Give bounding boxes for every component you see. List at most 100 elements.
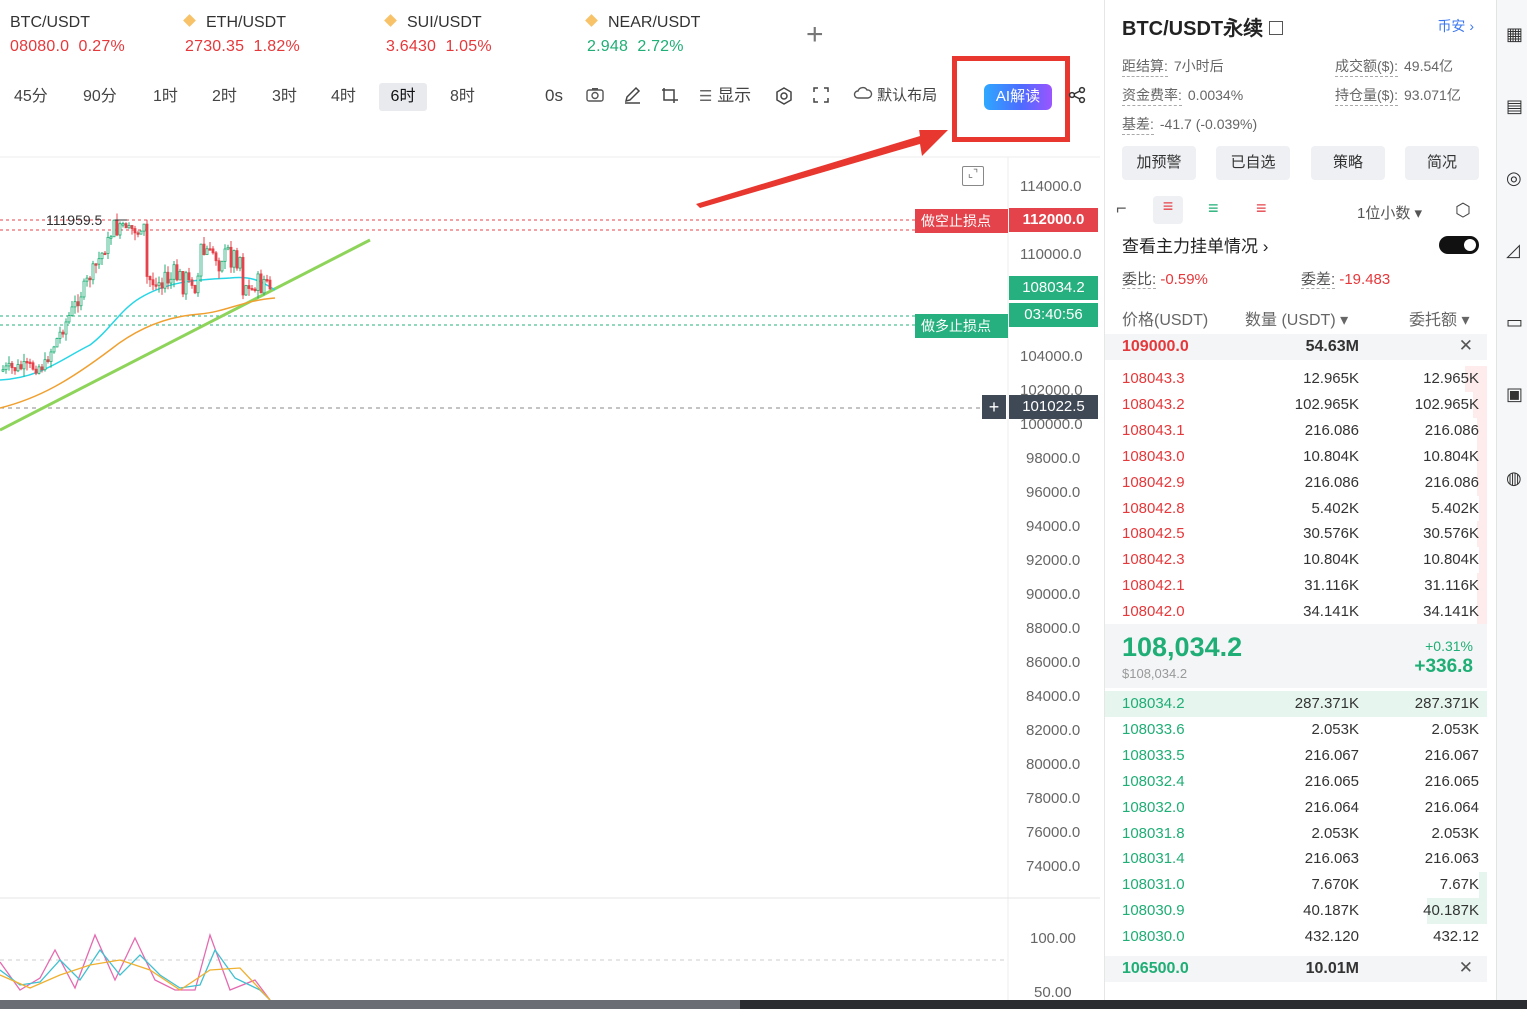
timeframe-90m[interactable]: 90分	[77, 83, 123, 111]
candle-body	[256, 273, 260, 291]
chart-icon[interactable]: ▭	[1506, 312, 1526, 334]
depth-link[interactable]: 查看主力挂单情况 ›	[1122, 232, 1268, 257]
candle-body	[85, 277, 89, 282]
exchange-link[interactable]: 币安 ›	[1437, 16, 1474, 36]
candle-body	[136, 232, 140, 235]
layout-menu[interactable]: 默认布局	[853, 86, 937, 106]
candle-body	[169, 278, 173, 284]
signal-icon[interactable]: ◿	[1506, 240, 1526, 262]
ask-row[interactable]: 108042.3 10.804K 10.804K	[1105, 547, 1487, 574]
ask-row[interactable]: 108042.1 31.116K 31.116K	[1105, 573, 1487, 600]
ask-qty: 30.576K	[1303, 525, 1359, 543]
share-icon[interactable]	[1068, 86, 1086, 109]
bid-wall-row[interactable]: 106500.0 10.01M ✕	[1105, 956, 1487, 982]
settings-icon[interactable]	[774, 86, 794, 111]
depth-toggle[interactable]	[1439, 236, 1479, 254]
watchlist-button[interactable]: 已自选	[1216, 146, 1290, 180]
timeframe-6h[interactable]: 6时	[379, 83, 427, 111]
bid-row[interactable]: 108033.5 216.067 216.067	[1105, 743, 1487, 769]
timeframe-8h[interactable]: 8时	[444, 83, 481, 111]
open-interest-stat: 持仓量($): 93.071亿	[1335, 85, 1461, 106]
candle-body	[268, 279, 272, 290]
display-menu[interactable]: ☰ 显示	[699, 86, 751, 107]
etf-icon[interactable]: ▣	[1506, 384, 1526, 406]
bid-row[interactable]: 108030.9 40.187K 40.187K	[1105, 898, 1487, 925]
candle-body	[163, 271, 167, 289]
ask-row[interactable]: 108042.9 216.086 216.086	[1105, 469, 1487, 496]
candle-body	[238, 256, 242, 269]
long-stop-tag[interactable]: 做多止损点	[915, 314, 1008, 338]
timeframe-45m[interactable]: 45分	[8, 83, 54, 111]
y-tick: 74000.0	[1026, 858, 1081, 875]
y-tick: 114000.0	[1020, 178, 1082, 195]
bid-wall-qty: 10.01M	[1305, 960, 1359, 977]
bid-price: 108031.0	[1122, 876, 1185, 894]
bid-row[interactable]: 108031.8 2.053K 2.053K	[1105, 821, 1487, 847]
bid-row[interactable]: 108031.4 216.063 216.063	[1105, 846, 1487, 872]
ticker-tab-btc[interactable]: BTC/USDT 08080.0 0.27%	[10, 14, 125, 56]
y-tick: 90000.0	[1026, 586, 1081, 603]
taskbar-strip-left	[0, 1000, 740, 1009]
bid-row[interactable]: 108032.4 216.065 216.065	[1105, 769, 1487, 795]
bid-row[interactable]: 108033.6 2.053K 2.053K	[1105, 717, 1487, 743]
apps-icon[interactable]: ▦	[1506, 24, 1526, 46]
book-bids-icon[interactable]: ≡	[1208, 198, 1219, 219]
ticker-tab-near[interactable]: NEAR/USDT 2.948 2.72%	[585, 14, 700, 56]
ask-row[interactable]: 108042.8 5.402K 5.402K	[1105, 495, 1487, 522]
popout-icon[interactable]	[1269, 21, 1284, 35]
seconds-indicator[interactable]: 0s	[545, 86, 563, 106]
candle-body	[148, 276, 152, 281]
ask-row[interactable]: 108043.1 216.086 216.086	[1105, 417, 1487, 444]
col-amount-header[interactable]: 委托额 ▾	[1409, 306, 1470, 330]
strategy-button[interactable]: 策略	[1311, 146, 1385, 180]
expand-chart-icon[interactable]: ⌞⌝	[962, 166, 984, 186]
ask-row[interactable]: 108043.2 102.965K 102.965K	[1105, 391, 1487, 418]
document-icon[interactable]: ▤	[1506, 96, 1526, 118]
list-icon: ☰	[699, 88, 713, 105]
pencil-icon[interactable]	[622, 86, 642, 109]
ask-wall-row[interactable]: 109000.0 54.63M ✕	[1105, 334, 1487, 360]
candle-body	[217, 260, 221, 272]
ask-row[interactable]: 108043.3 12.965K 12.965K	[1105, 366, 1487, 392]
crop-view-icon[interactable]: ⌐	[1116, 198, 1127, 219]
cloud-icon	[853, 86, 877, 104]
close-icon[interactable]: ✕	[1459, 336, 1473, 356]
ask-price: 108043.1	[1122, 421, 1185, 439]
add-alert-button[interactable]: 加预警	[1122, 146, 1196, 180]
overview-button[interactable]: 简况	[1405, 146, 1479, 180]
chat-icon[interactable]: ◍	[1506, 468, 1526, 490]
bid-row[interactable]: 108030.0 432.120 432.12	[1105, 924, 1487, 950]
ask-row[interactable]: 108042.0 34.141K 34.141K	[1105, 599, 1487, 626]
ask-price: 108042.9	[1122, 473, 1185, 491]
add-tab-button[interactable]: +	[806, 20, 824, 50]
close-icon[interactable]: ✕	[1459, 958, 1473, 978]
decimal-select[interactable]: 1位小数 ▾	[1357, 202, 1422, 223]
coin-icon[interactable]: ◎	[1506, 168, 1526, 190]
price-chart[interactable]: 111959.5 ⌞⌝ 114000.0 110000.0 104000.0 1…	[0, 130, 1100, 1009]
last-price: 108,034.2	[1122, 632, 1243, 662]
ask-price: 108043.0	[1122, 447, 1185, 465]
ask-row[interactable]: 108042.5 30.576K 30.576K	[1105, 521, 1487, 548]
timeframe-3h[interactable]: 3时	[266, 83, 303, 111]
bid-row[interactable]: 108031.0 7.670K 7.67K	[1105, 872, 1487, 899]
book-settings-icon[interactable]: ⬡	[1455, 200, 1471, 221]
ask-price: 108042.0	[1122, 603, 1185, 621]
ask-row[interactable]: 108043.0 10.804K 10.804K	[1105, 443, 1487, 470]
book-both-icon[interactable]: ≡	[1153, 196, 1183, 224]
crosshair-add-icon[interactable]: +	[982, 395, 1006, 419]
osc-tick: 100.00	[1030, 930, 1076, 947]
camera-icon[interactable]	[585, 86, 605, 109]
ticker-tab-eth[interactable]: ETH/USDT 2730.35 1.82%	[183, 14, 300, 56]
crosshair-price-tag: 101022.5	[1009, 395, 1098, 419]
timeframe-4h[interactable]: 4时	[325, 83, 362, 111]
bid-row[interactable]: 108034.2 287.371K 287.371K	[1105, 691, 1487, 717]
crop-icon[interactable]	[660, 86, 680, 109]
timeframe-2h[interactable]: 2时	[206, 83, 243, 111]
col-qty-header[interactable]: 数量 (USDT) ▾	[1245, 306, 1348, 330]
bid-row[interactable]: 108032.0 216.064 216.064	[1105, 795, 1487, 821]
book-asks-icon[interactable]: ≡	[1256, 198, 1267, 219]
fullscreen-icon[interactable]	[812, 86, 830, 109]
short-stop-tag[interactable]: 做空止损点	[915, 209, 1008, 233]
timeframe-1h[interactable]: 1时	[147, 83, 184, 111]
ticker-tab-sui[interactable]: SUI/USDT 3.6430 1.05%	[384, 14, 492, 56]
